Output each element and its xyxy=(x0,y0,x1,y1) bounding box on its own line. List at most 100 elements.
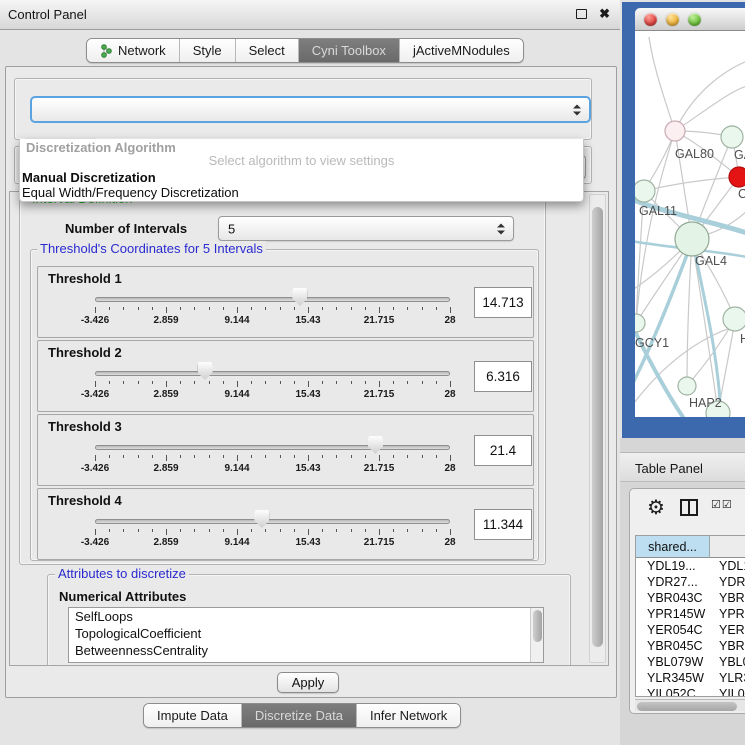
numerical-attributes-label: Numerical Attributes xyxy=(59,589,186,604)
attr-list-items: SelfLoopsTopologicalCoefficientBetweenne… xyxy=(69,608,543,659)
slider-tick-labels: -3.4262.8599.14415.4321.71528 xyxy=(95,315,450,328)
close-icon[interactable]: ✖ xyxy=(599,6,610,22)
slider-track[interactable] xyxy=(95,297,450,302)
table-cell: YDL19... xyxy=(647,559,696,573)
algorithm-hint: Select algorithm to view settings xyxy=(20,153,583,168)
table-column-header-1[interactable]: shared... xyxy=(636,536,710,558)
table-row[interactable]: YPR145WYPR1 xyxy=(636,607,745,623)
slider-ticks xyxy=(95,529,450,536)
slider-track[interactable] xyxy=(95,519,450,524)
tab-impute-data[interactable]: Impute Data xyxy=(144,704,241,727)
checkbox-icons[interactable]: ☑☑ xyxy=(711,498,733,511)
attribute-item[interactable]: SelfLoops xyxy=(69,608,543,625)
table-row[interactable]: YBR043CYBR0 xyxy=(636,591,745,607)
table-row[interactable]: YER054C YER0 xyxy=(636,623,745,639)
numerical-attributes-list[interactable]: SelfLoopsTopologicalCoefficientBetweenne… xyxy=(68,607,544,663)
network-window-titlebar xyxy=(635,8,745,31)
top-tab-bar: Network Style Select Cyni Toolbox jActiveMNo… xyxy=(86,38,524,63)
settings-vertical-scrollbar[interactable] xyxy=(589,194,606,663)
node-table[interactable]: shared...na YDL19...YDL1YDR27...YDR2YBR0… xyxy=(635,535,745,697)
scrollbar-thumb[interactable] xyxy=(533,610,542,642)
number-of-intervals-combobox[interactable]: 5 xyxy=(218,216,514,241)
table-row[interactable]: YLR345WYLR3 xyxy=(636,671,745,687)
apply-button[interactable]: Apply xyxy=(277,672,339,693)
slider-tick-labels: -3.4262.8599.14415.4321.71528 xyxy=(95,463,450,476)
split-columns-icon[interactable] xyxy=(680,499,698,516)
slider-ticks xyxy=(95,307,450,314)
threshold-value-field[interactable]: 11.344 xyxy=(474,509,532,540)
cyni-toolbox-panel: Table Data galFiltered.sif default node … xyxy=(5,66,617,698)
scrollbar-thumb[interactable] xyxy=(592,207,603,647)
slider-track[interactable] xyxy=(95,445,450,450)
threshold-value-field[interactable]: 21.4 xyxy=(474,435,532,466)
table-row[interactable]: YDR27...YDR2 xyxy=(636,575,745,591)
network-canvas[interactable]: GAL80GACGAL11GAL4GCY1HHAP2 xyxy=(635,31,745,417)
slider-thumb[interactable] xyxy=(198,362,213,380)
tab-select[interactable]: Select xyxy=(235,39,298,62)
table-cell: YDL1 xyxy=(719,559,745,573)
control-panel-title: Control Panel xyxy=(8,7,87,22)
slider-thumb[interactable] xyxy=(368,436,383,454)
network-node-ga[interactable] xyxy=(721,126,743,148)
tab-label: Infer Network xyxy=(370,708,447,723)
tab-jactivemnodules[interactable]: jActiveMNodules xyxy=(399,39,523,62)
network-edge[interactable] xyxy=(649,37,675,131)
slider-thumb[interactable] xyxy=(254,510,269,528)
table-cell: YBR043C xyxy=(647,591,703,605)
table-cell: YER054C xyxy=(647,623,703,637)
interval-definition-group: Interval Definition Number of Intervals … xyxy=(19,199,546,565)
network-node-c[interactable] xyxy=(729,167,745,187)
table-row[interactable]: YDL19... YDL1 xyxy=(636,559,745,575)
algorithm-option-1[interactable]: Manual Discretization xyxy=(22,170,582,185)
tab-cyni-toolbox[interactable]: Cyni Toolbox xyxy=(298,39,399,62)
table-cell: YBR0 xyxy=(719,639,745,653)
network-node-h[interactable] xyxy=(723,307,745,331)
table-row[interactable]: YBL079WYBL0 xyxy=(636,655,745,671)
table-cell: YER0 xyxy=(719,623,745,637)
network-edge[interactable] xyxy=(675,86,745,131)
threshold-value-field[interactable]: 14.713 xyxy=(474,287,532,318)
table-cell: YBL079W xyxy=(647,655,703,669)
tab-label: Style xyxy=(193,43,222,58)
attribute-item[interactable]: TopologicalCoefficient xyxy=(69,625,543,642)
scrollbar-thumb[interactable] xyxy=(637,702,737,711)
network-node-hap2[interactable] xyxy=(678,377,696,395)
tab-style[interactable]: Style xyxy=(179,39,235,62)
number-of-intervals-label: Number of Intervals xyxy=(65,221,187,236)
tab-network[interactable]: Network xyxy=(87,39,179,62)
control-panel: Control Panel ✖ Network Style Select Cyni T… xyxy=(0,0,620,745)
algorithm-option-2[interactable]: Equal Width/Frequency Discretization xyxy=(22,185,582,200)
threshold-value-field[interactable]: 6.316 xyxy=(474,361,532,392)
slider-track[interactable] xyxy=(95,371,450,376)
float-window-icon[interactable] xyxy=(576,9,587,19)
algorithm-combobox[interactable] xyxy=(30,96,591,123)
network-edge-highlighted[interactable] xyxy=(693,243,721,417)
gear-icon[interactable]: ⚙ xyxy=(647,495,665,520)
network-edge[interactable] xyxy=(687,239,692,386)
network-node-gal4[interactable] xyxy=(675,222,709,256)
close-traffic-light[interactable] xyxy=(644,13,657,26)
table-panel-header: Table Panel xyxy=(620,452,745,482)
attributes-group-title: Attributes to discretize xyxy=(55,566,189,581)
network-node-gal80[interactable] xyxy=(665,121,685,141)
tab-label: Cyni Toolbox xyxy=(312,43,386,58)
bottom-tab-bar: Impute DataDiscretize Data Infer Network xyxy=(143,703,461,728)
network-edge[interactable] xyxy=(675,61,745,131)
zoom-traffic-light[interactable] xyxy=(688,13,701,26)
table-row[interactable]: YIL052CYIL0 xyxy=(636,687,745,697)
network-node-label: GCY1 xyxy=(635,336,669,350)
tab-infer-network[interactable]: Infer Network xyxy=(356,704,460,727)
tab-label: Network xyxy=(118,43,166,58)
minimize-traffic-light[interactable] xyxy=(666,13,679,26)
table-card: ⚙ ☑☑ shared...na YDL19... YDL1 YDR27...YDR… xyxy=(629,488,745,714)
network-node-gcy1[interactable] xyxy=(635,314,645,332)
attribute-item[interactable]: BetweennessCentrality xyxy=(69,642,543,659)
table-horizontal-scrollbar[interactable] xyxy=(635,699,745,711)
table-row[interactable]: YBR045CYBR0 xyxy=(636,639,745,655)
attributes-list-scrollbar[interactable] xyxy=(530,608,543,662)
combo-arrows-icon xyxy=(497,223,505,234)
slider-thumb[interactable] xyxy=(292,288,307,306)
table-column-header-2[interactable]: na xyxy=(710,536,745,558)
network-node-gal11[interactable] xyxy=(635,180,655,202)
tab-discretize-data[interactable]: Discretize Data xyxy=(241,704,356,727)
